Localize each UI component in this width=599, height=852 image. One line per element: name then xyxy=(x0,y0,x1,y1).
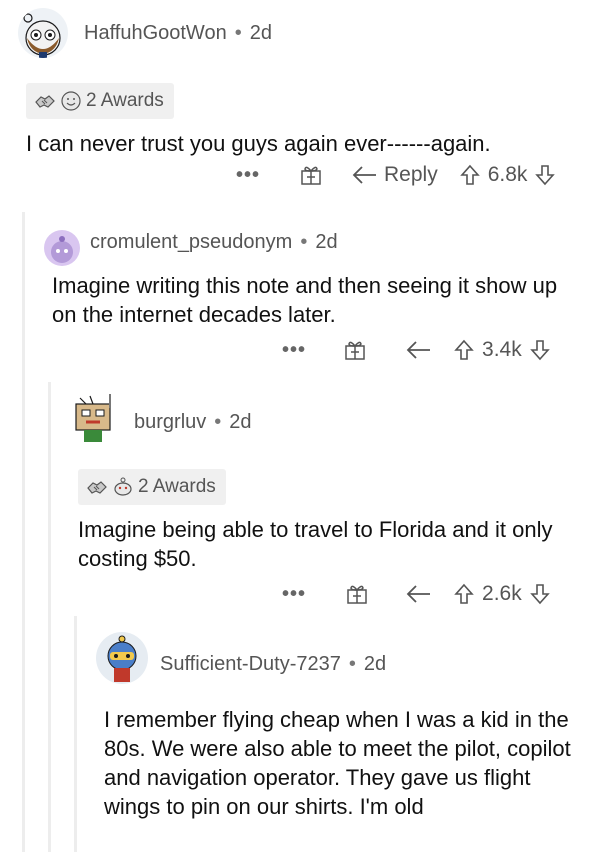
handshake-award-icon xyxy=(35,95,55,108)
vote-score: 2.6k xyxy=(482,582,522,605)
comment-body: I can never trust you guys again ever---… xyxy=(26,131,491,156)
comment-actions: ••• 3.4k xyxy=(282,338,550,362)
comment-4: Sufficient-Duty-7237 • 2d I remember fly… xyxy=(0,618,599,852)
awards-label: 2 Awards xyxy=(138,476,216,497)
upvote-button[interactable] xyxy=(454,339,474,361)
separator-dot: • xyxy=(234,22,242,44)
more-options-icon[interactable]: ••• xyxy=(282,339,306,362)
snoo-avatar-icon xyxy=(23,13,61,58)
reply-button[interactable]: Reply xyxy=(352,163,438,187)
comment-body: Imagine writing this note and then seein… xyxy=(52,273,558,327)
comment-actions: ••• 2.6k xyxy=(282,582,550,606)
snoo-avatar-icon xyxy=(75,394,111,442)
username[interactable]: burgrluv xyxy=(134,411,206,434)
reply-arrow-icon xyxy=(352,166,377,184)
comment-age: 2d xyxy=(229,411,252,433)
reply-label: Reply xyxy=(384,163,438,186)
upvote-arrow-icon xyxy=(459,164,480,185)
comment-age: 2d xyxy=(249,22,272,44)
awards-badge[interactable]: 2 Awards xyxy=(26,83,174,119)
wholesome-award-icon xyxy=(61,91,81,111)
reply-arrow-icon xyxy=(406,341,431,359)
comment-1: HaffuhGootWon • 2d 2 Awards I can never … xyxy=(0,0,599,200)
user-avatar[interactable] xyxy=(44,230,80,266)
upvote-arrow-icon xyxy=(454,583,474,604)
more-options-icon[interactable]: ••• xyxy=(282,583,306,606)
user-avatar[interactable] xyxy=(68,388,124,444)
separator-dot: • xyxy=(214,411,222,433)
comment-3: burgrluv • 2d 2 Awards Imagine being abl… xyxy=(0,380,599,620)
downvote-arrow-icon xyxy=(529,340,550,361)
gift-award-icon[interactable] xyxy=(346,583,368,605)
comment-actions: ••• Reply 6.8k xyxy=(236,163,556,187)
username[interactable]: HaffuhGootWon xyxy=(84,22,227,45)
gift-award-icon[interactable] xyxy=(344,339,366,361)
comment-header: burgrluv • 2d xyxy=(134,411,252,434)
username[interactable]: cromulent_pseudonym xyxy=(90,231,292,254)
downvote-button[interactable] xyxy=(535,164,556,186)
vote-score: 3.4k xyxy=(482,338,522,361)
comment-header: HaffuhGootWon • 2d xyxy=(84,22,272,45)
awards-badge[interactable]: 2 Awards xyxy=(78,469,226,505)
reply-button[interactable] xyxy=(406,584,432,604)
comment-2: cromulent_pseudonym • 2d Imagine writing… xyxy=(0,210,599,390)
user-avatar[interactable] xyxy=(96,632,148,684)
downvote-button[interactable] xyxy=(529,339,550,361)
awards-label: 2 Awards xyxy=(86,90,164,111)
downvote-button[interactable] xyxy=(529,583,550,605)
upvote-button[interactable] xyxy=(459,164,480,186)
downvote-arrow-icon xyxy=(535,165,556,186)
reply-button[interactable] xyxy=(406,340,432,360)
comment-header: Sufficient-Duty-7237 • 2d xyxy=(160,653,386,676)
comment-header: cromulent_pseudonym • 2d xyxy=(90,231,338,254)
gift-award-icon[interactable] xyxy=(300,164,322,186)
comment-age: 2d xyxy=(315,231,338,253)
upvote-button[interactable] xyxy=(454,583,474,605)
comment-age: 2d xyxy=(363,653,387,675)
upvote-arrow-icon xyxy=(454,339,474,360)
username[interactable]: Sufficient-Duty-7237 xyxy=(160,653,341,676)
comment-body: I remember flying cheap when I was a kid… xyxy=(104,707,571,819)
snoo-award-icon xyxy=(114,477,132,496)
snoo-avatar-icon xyxy=(51,236,73,263)
comment-body: Imagine being able to travel to Florida … xyxy=(78,517,553,571)
vote-score: 6.8k xyxy=(487,163,528,186)
downvote-arrow-icon xyxy=(529,584,550,605)
separator-dot: • xyxy=(300,231,308,253)
more-options-icon[interactable]: ••• xyxy=(236,164,260,187)
reply-arrow-icon xyxy=(406,585,431,603)
separator-dot: • xyxy=(348,653,356,675)
handshake-award-icon xyxy=(87,481,107,494)
user-avatar[interactable] xyxy=(18,8,68,58)
snoo-avatar-icon xyxy=(107,635,137,682)
